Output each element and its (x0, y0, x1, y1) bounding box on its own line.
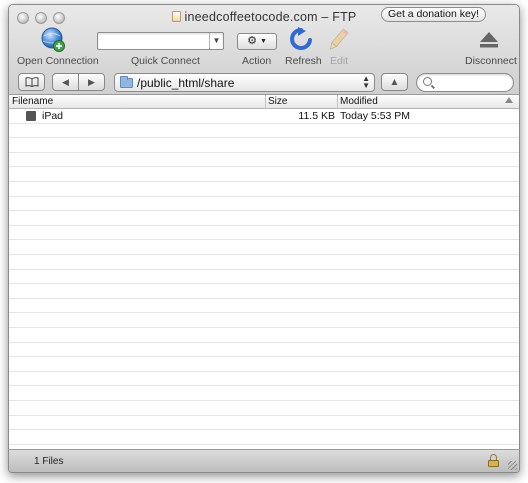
action-label: Action (242, 55, 272, 67)
toolbar: ineedcoffeetocode.com – FTP Get a donati… (9, 5, 519, 95)
up-down-arrows-icon: ▲ ▼ (362, 74, 370, 90)
column-divider[interactable] (265, 95, 266, 109)
disconnect-label: Disconnect (465, 55, 517, 67)
empty-row (9, 343, 519, 358)
size-cell: 11.5 KB (298, 110, 335, 122)
column-divider[interactable] (337, 95, 338, 109)
disconnect-button[interactable] (479, 27, 499, 54)
bookmarks-button[interactable] (18, 73, 45, 91)
file-list[interactable]: iPad 11.5 KB Today 5:53 PM (9, 109, 519, 451)
empty-row (9, 299, 519, 314)
empty-row (9, 138, 519, 153)
ftp-window: ineedcoffeetocode.com – FTP Get a donati… (8, 4, 520, 473)
empty-row (9, 197, 519, 212)
action-menu-button[interactable]: ⚙ ▼ (237, 33, 277, 50)
empty-row (9, 270, 519, 285)
column-header-size[interactable]: Size (268, 96, 287, 109)
open-connection-label: Open Connection (17, 55, 99, 67)
empty-row (9, 386, 519, 401)
arrow-right-icon: ▶ (88, 77, 95, 87)
back-button[interactable]: ◀ (52, 73, 79, 91)
chevron-down-icon: ▼ (260, 38, 267, 45)
lock-icon[interactable] (487, 454, 499, 467)
quick-connect-field[interactable]: ▼ (97, 32, 224, 50)
arrow-up-icon: ▲ (389, 77, 400, 88)
open-connection-button[interactable] (40, 27, 66, 56)
chevron-down-icon[interactable]: ▼ (209, 33, 223, 49)
arrow-left-icon: ◀ (62, 77, 69, 87)
empty-row (9, 167, 519, 182)
forward-button[interactable]: ▶ (78, 73, 105, 91)
filename-cell: iPad (42, 110, 64, 122)
gear-icon: ⚙ (247, 35, 257, 47)
table-row[interactable]: iPad 11.5 KB Today 5:53 PM (9, 109, 519, 124)
refresh-button[interactable] (289, 27, 313, 56)
book-icon (25, 77, 38, 88)
edit-label: Edit (330, 55, 349, 67)
column-header-modified[interactable]: Modified (340, 96, 378, 109)
edit-button[interactable] (326, 27, 350, 56)
empty-row (9, 226, 519, 241)
pencil-icon (329, 28, 349, 50)
empty-row (9, 284, 519, 299)
empty-row (9, 153, 519, 168)
empty-row (9, 313, 519, 328)
search-icon (423, 77, 432, 86)
path-selector[interactable]: /public_html/share ▲ ▼ (114, 73, 375, 92)
empty-row (9, 255, 519, 270)
file-count: 1 Files (34, 456, 64, 467)
refresh-icon (290, 27, 312, 50)
empty-row (9, 372, 519, 387)
empty-row (9, 401, 519, 416)
empty-row (9, 430, 519, 445)
file-icon (26, 111, 36, 121)
empty-row (9, 328, 519, 343)
empty-row (9, 240, 519, 255)
resize-grip[interactable] (508, 461, 517, 470)
empty-row (9, 357, 519, 372)
donation-key-button[interactable]: Get a donation key! (380, 7, 486, 22)
sort-ascending-icon (505, 97, 513, 103)
document-icon (171, 11, 181, 22)
empty-row (9, 124, 519, 139)
eject-icon (480, 32, 498, 48)
quick-connect-label: Quick Connect (131, 55, 200, 67)
search-field[interactable] (416, 73, 514, 92)
folder-icon (120, 76, 133, 88)
globe-plus-icon (41, 27, 65, 52)
empty-row (9, 182, 519, 197)
empty-row (9, 416, 519, 431)
modified-cell: Today 5:53 PM (340, 110, 411, 122)
file-list-header: Filename Size Modified (9, 95, 519, 109)
empty-row (9, 211, 519, 226)
column-header-filename[interactable]: Filename (12, 96, 53, 109)
current-path: /public_html/share (137, 76, 235, 90)
status-bar: 1 Files (9, 449, 519, 472)
parent-directory-button[interactable]: ▲ (381, 73, 408, 91)
refresh-label: Refresh (285, 55, 322, 67)
